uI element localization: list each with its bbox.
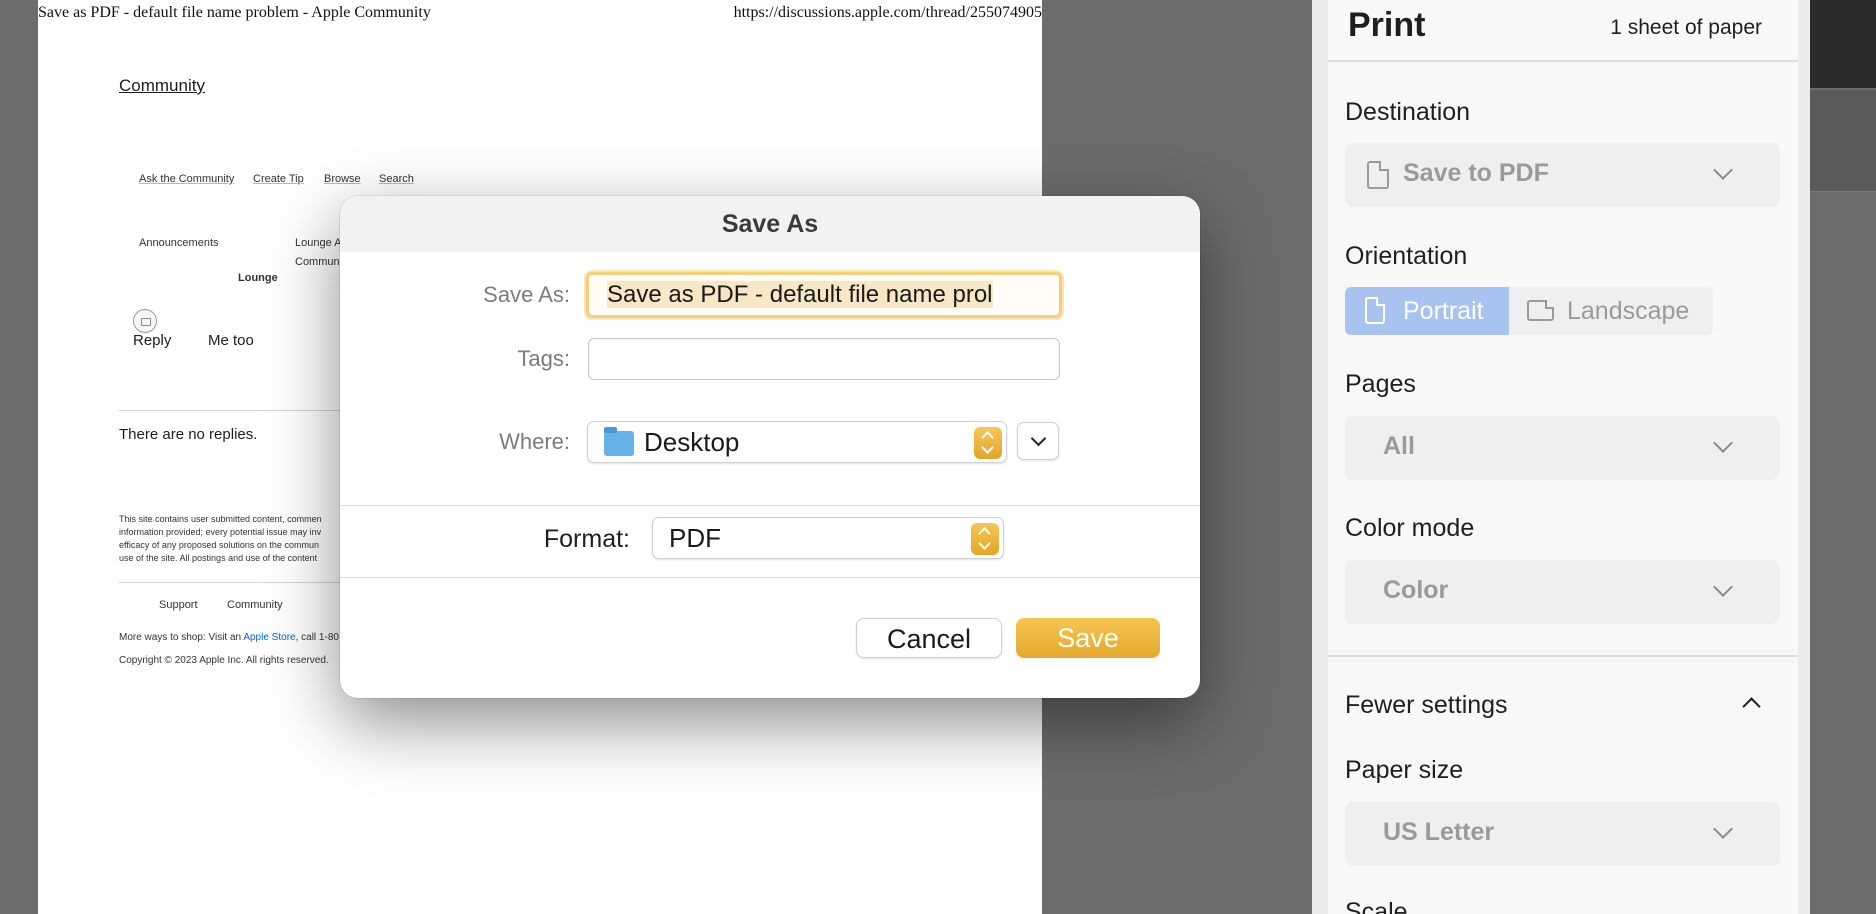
tags-input[interactable] — [588, 338, 1060, 380]
chevron-down-icon — [1713, 160, 1733, 180]
destination-select[interactable]: Save to PDF — [1345, 143, 1780, 207]
paper-size-label: Paper size — [1345, 756, 1464, 784]
chevron-down-icon — [1713, 577, 1733, 597]
dialog-divider — [340, 577, 1200, 578]
portrait-icon — [1365, 297, 1385, 324]
preview-nav-search: Search — [379, 173, 414, 185]
print-settings-inner: Print 1 sheet of paper Destination Save … — [1328, 0, 1798, 914]
preview-reply: Reply — [133, 332, 172, 349]
destination-label: Destination — [1345, 98, 1471, 126]
orientation-portrait-button[interactable]: Portrait — [1345, 287, 1509, 335]
preview-page-header: Save as PDF - default file name problem … — [38, 4, 1042, 24]
preview-copyright: Copyright © 2023 Apple Inc. All rights r… — [119, 655, 329, 666]
format-label: Format: — [543, 525, 630, 553]
paper-size-select[interactable]: US Letter — [1345, 802, 1780, 866]
preview-me-too: Me too — [208, 332, 254, 349]
scale-label: Scale — [1345, 898, 1408, 914]
save-as-label: Save As: — [483, 282, 570, 307]
settings-divider — [1328, 655, 1798, 657]
chevron-down-icon — [1713, 433, 1733, 453]
format-value: PDF — [669, 523, 721, 553]
preview-announcements: Announcements — [139, 237, 219, 249]
orientation-landscape-button[interactable]: Landscape — [1509, 287, 1713, 335]
where-value: Desktop — [644, 427, 740, 457]
cancel-button[interactable]: Cancel — [856, 618, 1002, 658]
preview-footer-community: Community — [227, 599, 283, 611]
where-popup[interactable]: Desktop — [587, 421, 1007, 463]
preview-lounge-a: Lounge A — [295, 237, 342, 249]
pages-label: Pages — [1345, 370, 1416, 398]
backdrop-dark-block — [1810, 0, 1876, 88]
dialog-titlebar: Save As — [340, 196, 1200, 252]
landscape-icon — [1527, 300, 1554, 321]
expand-browser-button[interactable] — [1017, 422, 1059, 460]
chevron-up-icon[interactable] — [1742, 697, 1761, 716]
preview-footer-support: Support — [159, 599, 198, 611]
preview-nav-browse: Browse — [324, 173, 361, 185]
preview-nav-ask: Ask the Community — [139, 173, 235, 185]
fewer-settings-toggle[interactable]: Fewer settings — [1345, 691, 1508, 720]
pages-select[interactable]: All — [1345, 416, 1780, 480]
chevron-down-icon — [1713, 819, 1733, 839]
shop-suffix: , call 1-80 — [295, 632, 339, 643]
tags-label: Tags: — [517, 346, 570, 371]
print-title: Print — [1348, 6, 1426, 44]
color-mode-value: Color — [1383, 576, 1449, 604]
reply-icon — [133, 309, 157, 333]
preview-no-replies: There are no replies. — [119, 426, 258, 443]
print-header-divider — [1328, 60, 1798, 62]
preview-nav-create-tip: Create Tip — [253, 173, 304, 185]
landscape-label: Landscape — [1567, 297, 1690, 325]
filename-text: Save as PDF - default file name prol — [607, 281, 1051, 309]
where-label: Where: — [499, 429, 570, 454]
preview-header-title: Save as PDF - default file name problem … — [38, 4, 431, 21]
preview-lounge: Lounge — [238, 272, 278, 284]
popup-stepper-icon — [974, 427, 1002, 459]
print-settings-panel: Print 1 sheet of paper Destination Save … — [1312, 0, 1810, 914]
paper-size-value: US Letter — [1383, 818, 1495, 846]
orientation-label: Orientation — [1345, 242, 1468, 270]
color-mode-label: Color mode — [1345, 514, 1475, 542]
destination-value: Save to PDF — [1403, 159, 1549, 187]
dialog-divider — [340, 505, 1200, 506]
document-icon — [1367, 161, 1389, 189]
preview-header-url: https://discussions.apple.com/thread/255… — [733, 4, 1042, 21]
popup-stepper-icon — [971, 523, 999, 555]
save-as-filename-input[interactable]: Save as PDF - default file name prol — [586, 272, 1062, 318]
filename-selection: Save as PDF - default file name prol — [607, 281, 993, 308]
folder-icon — [604, 427, 634, 456]
backdrop-grey-block — [1810, 90, 1876, 192]
format-popup[interactable]: PDF — [652, 517, 1004, 559]
pages-value: All — [1383, 432, 1415, 460]
save-as-dialog: Save As Save As: Save as PDF - default f… — [340, 196, 1200, 698]
portrait-label: Portrait — [1403, 297, 1484, 325]
save-button[interactable]: Save — [1016, 618, 1160, 658]
preview-shop-line: More ways to shop: Visit an Apple Store,… — [119, 632, 339, 643]
apple-store-link: Apple Store — [243, 632, 296, 643]
preview-community-link: Community — [119, 76, 205, 95]
sheet-count: 1 sheet of paper — [1610, 16, 1762, 39]
dialog-title: Save As — [721, 210, 819, 238]
shop-prefix: More ways to shop: Visit an — [119, 632, 244, 643]
color-mode-select[interactable]: Color — [1345, 560, 1780, 624]
preview-communi: Communi — [295, 256, 343, 268]
